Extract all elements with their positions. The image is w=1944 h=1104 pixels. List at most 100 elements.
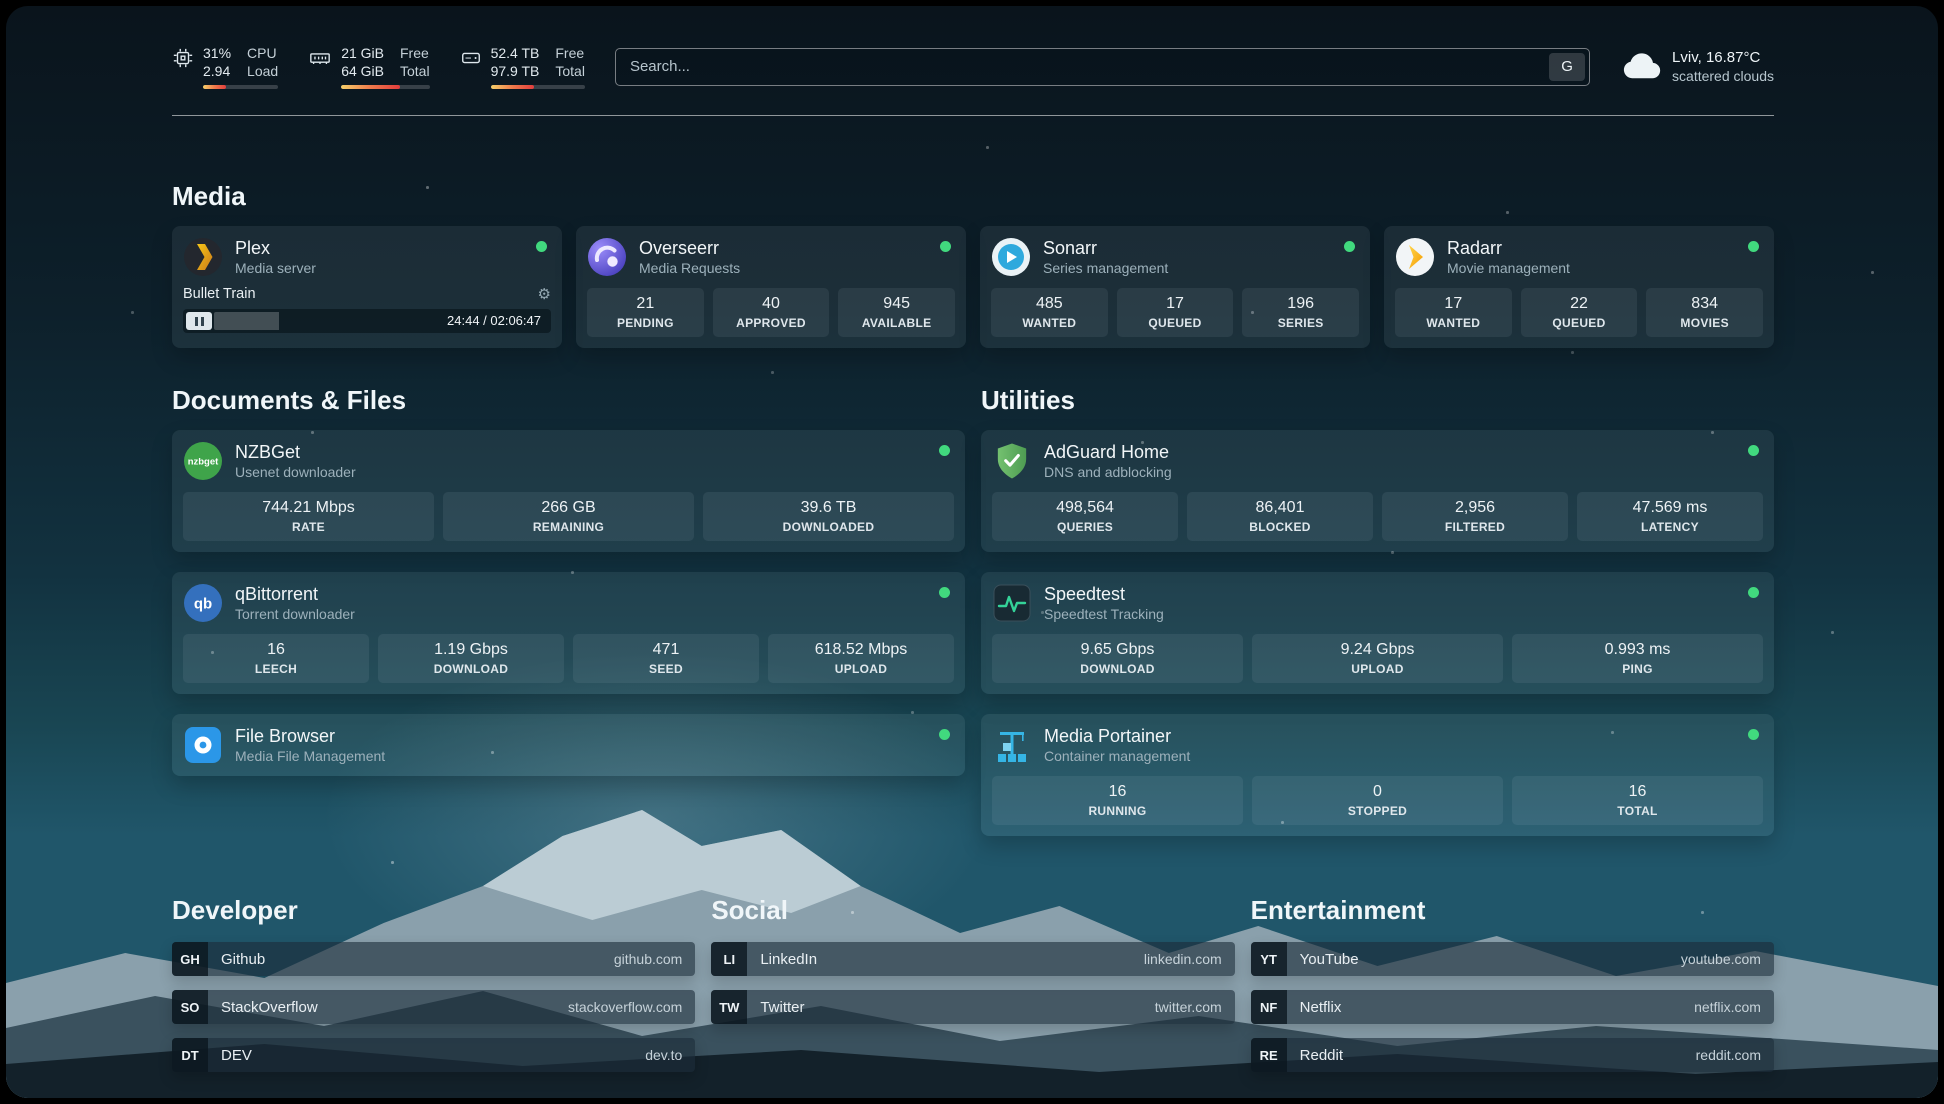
plex-icon [183, 237, 223, 277]
stat-blocked: 86,401 BLOCKED [1187, 492, 1373, 541]
card-radarr[interactable]: Radarr Movie management 17 WANTED 22 QUE… [1384, 226, 1774, 348]
card-header: AdGuard Home DNS and adblocking [992, 441, 1763, 481]
stat-value: 16 [996, 782, 1239, 802]
stats: 498,564 QUERIES 86,401 BLOCKED 2,956 FIL… [992, 492, 1763, 541]
card-header: File Browser Media File Management [183, 725, 954, 765]
cpu-widget: 31% 2.94 CPU Load [172, 44, 278, 89]
weather-condition: scattered clouds [1672, 67, 1774, 85]
search-provider-button[interactable]: G [1549, 53, 1585, 81]
memory-icon [308, 47, 332, 69]
bookmark-url: netflix.com [1694, 999, 1761, 1015]
stat-stopped: 0 STOPPED [1252, 776, 1503, 825]
stat-label: MOVIES [1650, 315, 1759, 331]
disk-usage-bar [491, 85, 585, 89]
bookmark-linkedin[interactable]: LI LinkedIn linkedin.com [711, 942, 1234, 976]
status-dot [939, 445, 950, 456]
card-subtitle: Movie management [1447, 259, 1570, 277]
memory-total-label: Total [400, 62, 430, 80]
card-speedtest[interactable]: Speedtest Speedtest Tracking 9.65 Gbps D… [981, 572, 1774, 694]
card-title: File Browser [235, 725, 385, 747]
stat-ping: 0.993 ms PING [1512, 634, 1763, 683]
bookmark-name: Twitter [760, 999, 804, 1016]
card-qbittorrent[interactable]: qb qBittorrent Torrent downloader [172, 572, 965, 694]
stat-value: 618.52 Mbps [772, 640, 950, 660]
cpu-usage-label: CPU [247, 44, 278, 62]
stat-approved: 40 APPROVED [713, 288, 830, 337]
stat-value: 1.19 Gbps [382, 640, 560, 660]
plex-progress-fill [214, 312, 279, 330]
overseerr-icon [587, 237, 627, 277]
cpu-usage-fill [203, 85, 226, 89]
section-documents: Documents & Files nzbget [172, 384, 965, 776]
stat-value: 17 [1399, 294, 1508, 314]
stat-queries: 498,564 QUERIES [992, 492, 1178, 541]
bookmark-name: StackOverflow [221, 999, 318, 1016]
sonarr-icon [991, 237, 1031, 277]
now-playing-row: Bullet Train ⚙ [183, 285, 551, 303]
bookmark-twitter[interactable]: TW Twitter twitter.com [711, 990, 1234, 1024]
bookmark-name: Github [221, 951, 265, 968]
stat-leech: 16 LEECH [183, 634, 369, 683]
stat-value: 47.569 ms [1581, 498, 1759, 518]
stats: 16 RUNNING 0 STOPPED 16 TOTAL [992, 776, 1763, 825]
status-dot [536, 241, 547, 252]
card-header: Speedtest Speedtest Tracking [992, 583, 1763, 623]
search-input[interactable] [616, 58, 1549, 75]
disk-total-label: Total [555, 62, 585, 80]
filebrowser-icon [183, 725, 223, 765]
adguard-icon [992, 441, 1032, 481]
card-title: Media Portainer [1044, 725, 1190, 747]
status-dot [1748, 587, 1759, 598]
stat-value: 266 GB [447, 498, 690, 518]
gear-icon[interactable]: ⚙ [538, 285, 551, 303]
section-media: Media Plex Media server [172, 180, 1774, 348]
memory-widget: 21 GiB 64 GiB Free Total [308, 44, 429, 89]
pause-button[interactable] [186, 312, 212, 330]
stat-value: 9.65 Gbps [996, 640, 1239, 660]
plex-time: 24:44 / 02:06:47 [447, 309, 541, 333]
section-title-documents: Documents & Files [172, 384, 965, 416]
card-header: Radarr Movie management [1395, 237, 1763, 277]
card-plex[interactable]: Plex Media server Bullet Train ⚙ [172, 226, 562, 348]
stat-latency: 47.569 ms LATENCY [1577, 492, 1763, 541]
cpu-usage-bar [203, 85, 278, 89]
card-header: Plex Media server [183, 237, 551, 277]
stat-label: REMAINING [447, 519, 690, 535]
speedtest-icon [992, 583, 1032, 623]
stat-label: RUNNING [996, 803, 1239, 819]
stat-queued: 22 QUEUED [1521, 288, 1638, 337]
stat-label: DOWNLOADED [707, 519, 950, 535]
bookmark-netflix[interactable]: NF Netflix netflix.com [1251, 990, 1774, 1024]
stats: 744.21 Mbps RATE 266 GB REMAINING 39.6 T… [183, 492, 954, 541]
disk-widget: 52.4 TB 97.9 TB Free Total [460, 44, 585, 89]
card-adguard[interactable]: AdGuard Home DNS and adblocking 498,564 … [981, 430, 1774, 552]
stat-value: 0.993 ms [1516, 640, 1759, 660]
card-filebrowser[interactable]: File Browser Media File Management [172, 714, 965, 776]
stat-label: PENDING [591, 315, 700, 331]
stat-label: PING [1516, 661, 1759, 677]
card-nzbget[interactable]: nzbget NZBGet Usenet downloader 74 [172, 430, 965, 552]
card-portainer[interactable]: Media Portainer Container management 16 … [981, 714, 1774, 836]
stat-value: 471 [577, 640, 755, 660]
memory-free-label: Free [400, 44, 430, 62]
bookmark-github[interactable]: GH Github github.com [172, 942, 695, 976]
bookmark-abbr: DT [172, 1038, 208, 1072]
stat-value: 498,564 [996, 498, 1174, 518]
stat-value: 21 [591, 294, 700, 314]
stat-value: 744.21 Mbps [187, 498, 430, 518]
disk-free-label: Free [555, 44, 585, 62]
bookmark-youtube[interactable]: YT YouTube youtube.com [1251, 942, 1774, 976]
bookmark-stackoverflow[interactable]: SO StackOverflow stackoverflow.com [172, 990, 695, 1024]
radarr-icon [1395, 237, 1435, 277]
card-sonarr[interactable]: Sonarr Series management 485 WANTED 17 Q… [980, 226, 1370, 348]
cpu-usage-value: 31% [203, 44, 231, 62]
card-title: NZBGet [235, 441, 356, 463]
card-overseerr[interactable]: Overseerr Media Requests 21 PENDING 40 A… [576, 226, 966, 348]
card-title: Overseerr [639, 237, 740, 259]
bookmark-name: Netflix [1300, 999, 1342, 1016]
bookmark-reddit[interactable]: RE Reddit reddit.com [1251, 1038, 1774, 1072]
bookmark-url: linkedin.com [1144, 951, 1222, 967]
card-subtitle: Container management [1044, 747, 1190, 765]
disk-icon [460, 47, 482, 69]
bookmark-dev[interactable]: DT DEV dev.to [172, 1038, 695, 1072]
